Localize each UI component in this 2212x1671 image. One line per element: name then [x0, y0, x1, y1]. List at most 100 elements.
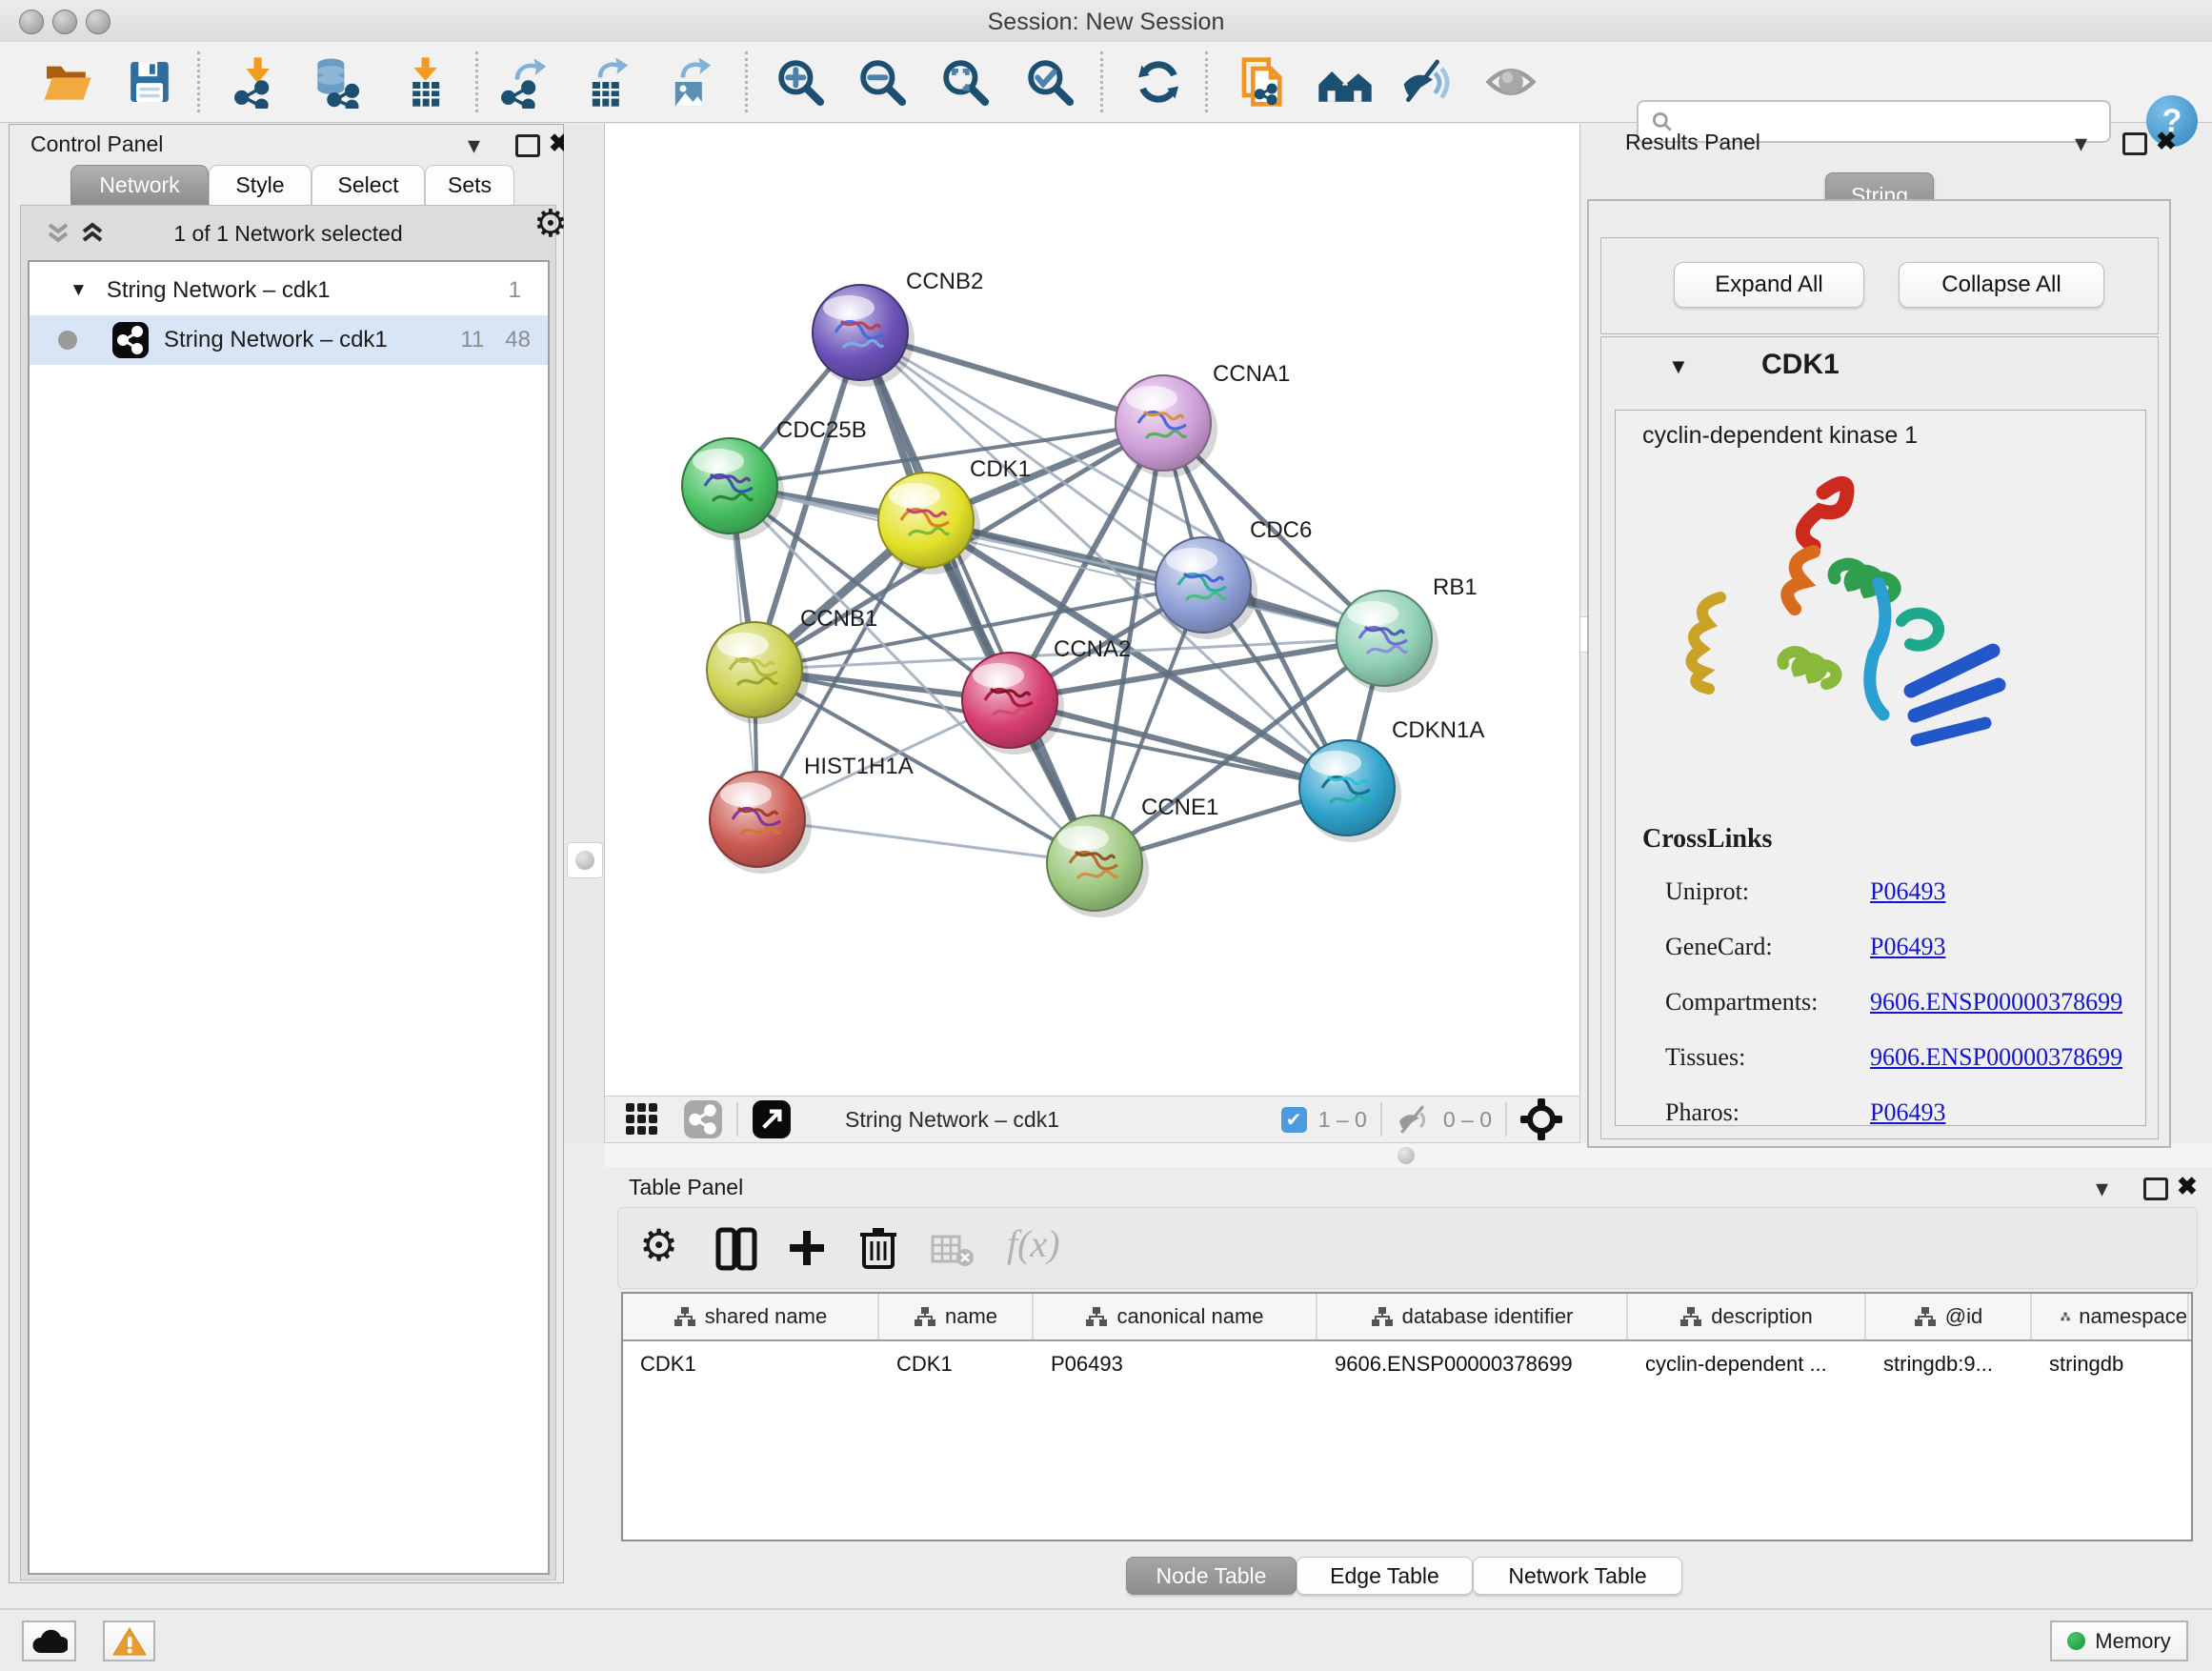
tab-style[interactable]: Style [209, 165, 312, 205]
column-header-namespace[interactable]: namespace [2032, 1294, 2189, 1339]
export-table-icon[interactable] [576, 51, 637, 112]
open-in-browser-icon[interactable] [1234, 51, 1295, 112]
node-label-RB1[interactable]: RB1 [1433, 574, 1478, 600]
table-header-row: shared name name canonical namedatabase id… [623, 1294, 2191, 1341]
hidden-eye-icon[interactable] [1396, 1104, 1434, 1135]
tab-network[interactable]: Network [70, 165, 209, 205]
crosslink-link[interactable]: 9606.ENSP00000378699 [1870, 1043, 2122, 1072]
collapse-all-button[interactable]: Collapse All [1899, 262, 2104, 308]
close-panel-icon[interactable]: ✖ [2177, 1172, 2198, 1201]
crosslink-link[interactable]: P06493 [1870, 933, 1945, 961]
network-collection-row[interactable]: ▼ String Network – cdk1 1 [30, 266, 548, 315]
node-label-CCNA2[interactable]: CCNA2 [1054, 636, 1131, 662]
gene-collapse-icon[interactable]: ▼ [1668, 354, 1689, 379]
export-image-icon[interactable] [659, 51, 720, 112]
table-cell[interactable]: cyclin-dependent ... [1628, 1341, 1866, 1386]
crosslink-row: GeneCard:P06493 [1665, 919, 2142, 975]
close-panel-icon[interactable]: ✖ [2156, 127, 2177, 156]
save-session-icon[interactable] [119, 51, 180, 112]
crosslink-link[interactable]: P06493 [1870, 1098, 1945, 1127]
home-icon[interactable] [1315, 51, 1376, 112]
table-cell[interactable]: P06493 [1034, 1341, 1317, 1386]
results-outer-box: Expand All Collapse All ▼ CDK1 cyclin-de… [1587, 199, 2171, 1148]
left-splitter-handle[interactable] [567, 842, 603, 878]
tab-edge-table[interactable]: Edge Table [1297, 1557, 1473, 1595]
hidden-count: 0 – 0 [1443, 1107, 1492, 1133]
node-label-CDC6[interactable]: CDC6 [1250, 517, 1312, 543]
control-panel-menu-icon[interactable]: ▾ [468, 131, 480, 160]
grid-view-icon[interactable] [624, 1101, 660, 1137]
string-network-graph[interactable]: CCNB2 CCNA1 CDC25B CDK1 CDC6 RB1 CCNB1 CCNA2 CDK… [605, 124, 1579, 1094]
float-panel-icon[interactable] [2122, 132, 2147, 155]
open-view-icon[interactable] [752, 1099, 792, 1139]
crosslink-link[interactable]: 9606.ENSP00000378699 [1870, 988, 2122, 1017]
import-database-icon[interactable] [305, 51, 366, 112]
tab-select[interactable]: Select [312, 165, 425, 205]
cloud-button[interactable] [22, 1621, 76, 1661]
node-label-CCNA1[interactable]: CCNA1 [1213, 361, 1290, 387]
float-panel-icon[interactable] [2143, 1178, 2168, 1200]
node-label-CDC25B[interactable]: CDC25B [776, 417, 867, 443]
crosslink-link[interactable]: P06493 [1870, 877, 1945, 906]
column-header-canonical-name[interactable]: canonical name [1034, 1294, 1317, 1339]
column-header-description[interactable]: description [1628, 1294, 1866, 1339]
zoom-out-icon[interactable] [852, 51, 913, 112]
zoom-fit-icon[interactable] [935, 51, 995, 112]
hide-graphics-details-icon[interactable] [1396, 51, 1457, 112]
refresh-icon[interactable] [1128, 51, 1189, 112]
table-cell[interactable]: stringdb [2032, 1341, 2189, 1386]
node-label-CDK1[interactable]: CDK1 [970, 456, 1031, 482]
show-columns-icon[interactable] [715, 1227, 757, 1271]
crosslink-label: Pharos: [1665, 1098, 1870, 1127]
table-cell[interactable]: CDK1 [879, 1341, 1034, 1386]
column-header-database-identifier[interactable]: database identifier [1317, 1294, 1628, 1339]
left-splitter[interactable] [564, 124, 604, 1143]
fit-content-crosshair-icon[interactable] [1520, 1098, 1562, 1140]
network-options-gear-icon[interactable]: ⚙ [533, 202, 568, 246]
crosslink-label: GeneCard: [1665, 933, 1870, 961]
column-header-shared-name[interactable]: shared name [623, 1294, 879, 1339]
float-panel-icon[interactable] [515, 134, 540, 157]
zoom-in-icon[interactable] [770, 51, 831, 112]
node-label-CDKN1A[interactable]: CDKN1A [1392, 717, 1484, 743]
results-panel-menu-icon[interactable]: ▾ [2075, 129, 2087, 158]
memory-button[interactable]: Memory [2050, 1621, 2188, 1661]
column-header-label: name [945, 1304, 997, 1329]
tab-network-table[interactable]: Network Table [1473, 1557, 1682, 1595]
node-label-HIST1H1A[interactable]: HIST1H1A [804, 754, 914, 779]
column-header--id[interactable]: @id [1866, 1294, 2032, 1339]
add-column-icon[interactable] [786, 1227, 828, 1271]
delete-column-icon[interactable] [858, 1225, 898, 1271]
table-row[interactable]: CDK1CDK1P064939606.ENSP00000378699cyclin… [623, 1341, 2191, 1386]
table-options-gear-icon[interactable]: ⚙ [639, 1219, 678, 1271]
open-session-icon[interactable] [36, 51, 97, 112]
tab-sets[interactable]: Sets [425, 165, 514, 205]
expand-all-button[interactable]: Expand All [1674, 262, 1864, 308]
column-header-name[interactable]: name [879, 1294, 1034, 1339]
tab-node-table[interactable]: Node Table [1126, 1557, 1297, 1595]
network-view-canvas[interactable]: CCNB2 CCNA1 CDC25B CDK1 CDC6 RB1 CCNB1 CCNA2 CDK… [604, 124, 1580, 1096]
node-label-CCNB2[interactable]: CCNB2 [906, 269, 983, 294]
table-cell[interactable]: stringdb:9... [1866, 1341, 2032, 1386]
export-network-icon[interactable] [493, 51, 554, 112]
table-panel-menu-icon[interactable]: ▾ [2096, 1174, 2108, 1203]
node-label-CCNE1[interactable]: CCNE1 [1141, 795, 1218, 820]
birds-eye-view-icon[interactable] [1480, 51, 1541, 112]
horizontal-splitter-handle[interactable] [1398, 1147, 1415, 1164]
zoom-selected-icon[interactable] [1019, 51, 1080, 112]
network-row-selected[interactable]: String Network – cdk1 11 48 [30, 315, 548, 365]
import-table-icon[interactable] [394, 51, 455, 112]
import-network-icon[interactable] [227, 51, 288, 112]
network-tree: ▼ String Network – cdk1 1 String Network… [28, 260, 550, 1575]
collection-expand-icon[interactable]: ▼ [70, 280, 88, 301]
table-cell[interactable]: 9606.ENSP00000378699 [1317, 1341, 1628, 1386]
column-type-icon [1085, 1306, 1108, 1327]
toolbar-separator [1205, 51, 1208, 112]
node-label-CCNB1[interactable]: CCNB1 [800, 606, 877, 632]
string-view-icon[interactable] [683, 1099, 723, 1139]
function-builder-icon[interactable]: f(x) [1007, 1221, 1060, 1266]
selected-checkbox-icon[interactable]: ✔ [1281, 1107, 1307, 1133]
table-cell[interactable]: CDK1 [623, 1341, 879, 1386]
delete-table-icon[interactable] [931, 1233, 975, 1267]
warnings-button[interactable] [103, 1621, 155, 1661]
